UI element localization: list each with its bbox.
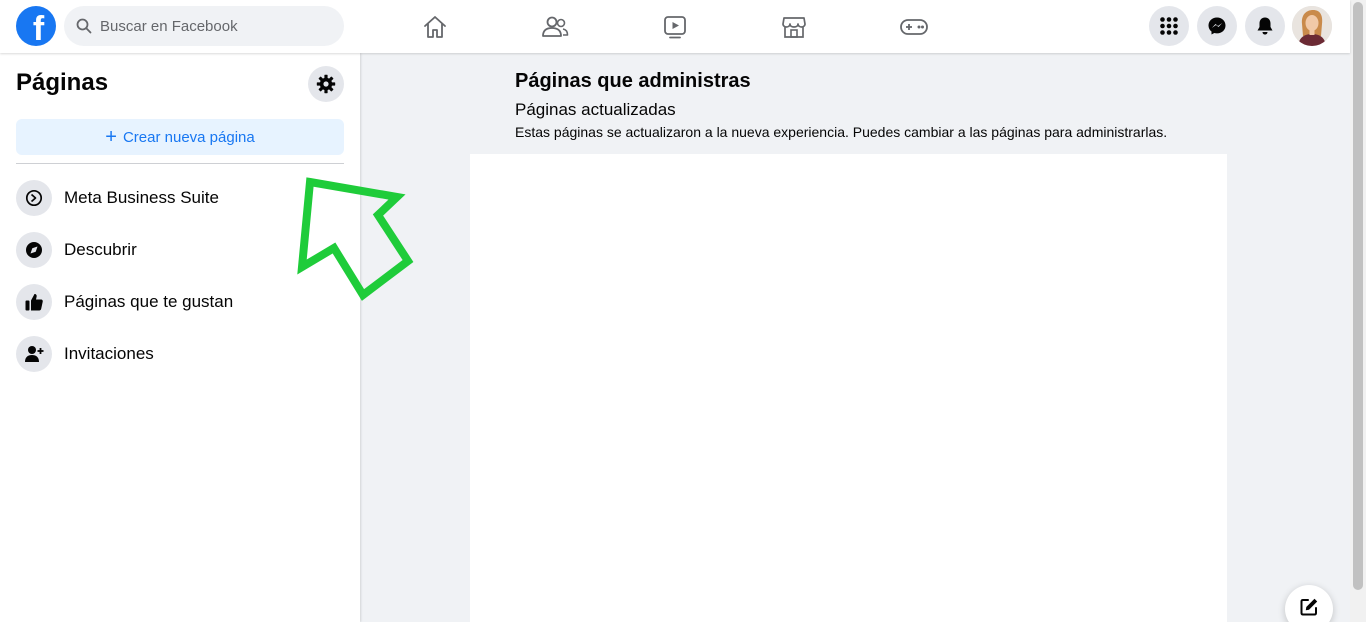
thumbs-up-icon [16, 284, 52, 320]
sidebar-item-label: Invitaciones [64, 344, 154, 363]
messenger-icon [1208, 17, 1226, 35]
home-icon [424, 15, 446, 38]
profile-avatar[interactable] [1292, 6, 1332, 46]
sidebar-item-label: Meta Business Suite [64, 188, 219, 207]
settings-button[interactable] [308, 66, 344, 102]
marketplace-icon [782, 16, 806, 38]
pages-list-panel [470, 154, 1227, 622]
compass-icon [16, 232, 52, 268]
nav-home[interactable] [379, 0, 491, 53]
compose-icon [1300, 598, 1318, 616]
top-navigation-bar: f [0, 0, 1350, 53]
section-description: Estas páginas se actualizaron a la nueva… [515, 124, 1168, 140]
new-message-button[interactable] [1285, 585, 1333, 622]
search-box[interactable] [64, 6, 344, 46]
create-page-label: Crear nueva página [122, 128, 255, 146]
gaming-icon [900, 18, 928, 35]
nav-gaming[interactable] [858, 0, 970, 53]
sidebar-item-label: Descubrir [64, 240, 137, 259]
page-title: Páginas que administras [515, 70, 751, 92]
sidebar-item-invitaciones[interactable]: Invitaciones [8, 328, 352, 380]
search-input[interactable] [100, 17, 320, 35]
facebook-logo-letter: f [32, 10, 45, 46]
meta-business-suite-icon [16, 180, 52, 216]
scrollbar-thumb[interactable] [1353, 2, 1363, 590]
menu-grid-icon [1160, 17, 1178, 35]
annotation-arrow [297, 177, 414, 301]
notifications-bell-icon [1257, 17, 1273, 35]
create-page-button[interactable]: + Crear nueva página [16, 119, 344, 155]
menu-button[interactable] [1149, 6, 1189, 46]
page-scrollbar[interactable] [1350, 0, 1366, 622]
profile-avatar-image [1292, 6, 1332, 46]
person-add-icon [16, 336, 52, 372]
nav-friends[interactable] [499, 0, 611, 53]
nav-watch[interactable] [619, 0, 731, 53]
friends-icon [542, 16, 569, 37]
sidebar-title: Páginas [16, 69, 109, 96]
notifications-button[interactable] [1245, 6, 1285, 46]
messenger-button[interactable] [1197, 6, 1237, 46]
sidebar-divider [16, 163, 344, 164]
sidebar-item-label: Páginas que te gustan [64, 292, 234, 311]
facebook-logo[interactable]: f [16, 6, 56, 46]
plus-icon: + [105, 126, 117, 148]
search-icon [76, 18, 92, 34]
watch-icon [664, 15, 686, 38]
nav-marketplace[interactable] [738, 0, 850, 53]
section-subtitle: Páginas actualizadas [515, 100, 676, 119]
pages-sidebar: Páginas + Crear nueva página Meta Busine… [0, 53, 360, 622]
gear-icon [316, 74, 336, 94]
